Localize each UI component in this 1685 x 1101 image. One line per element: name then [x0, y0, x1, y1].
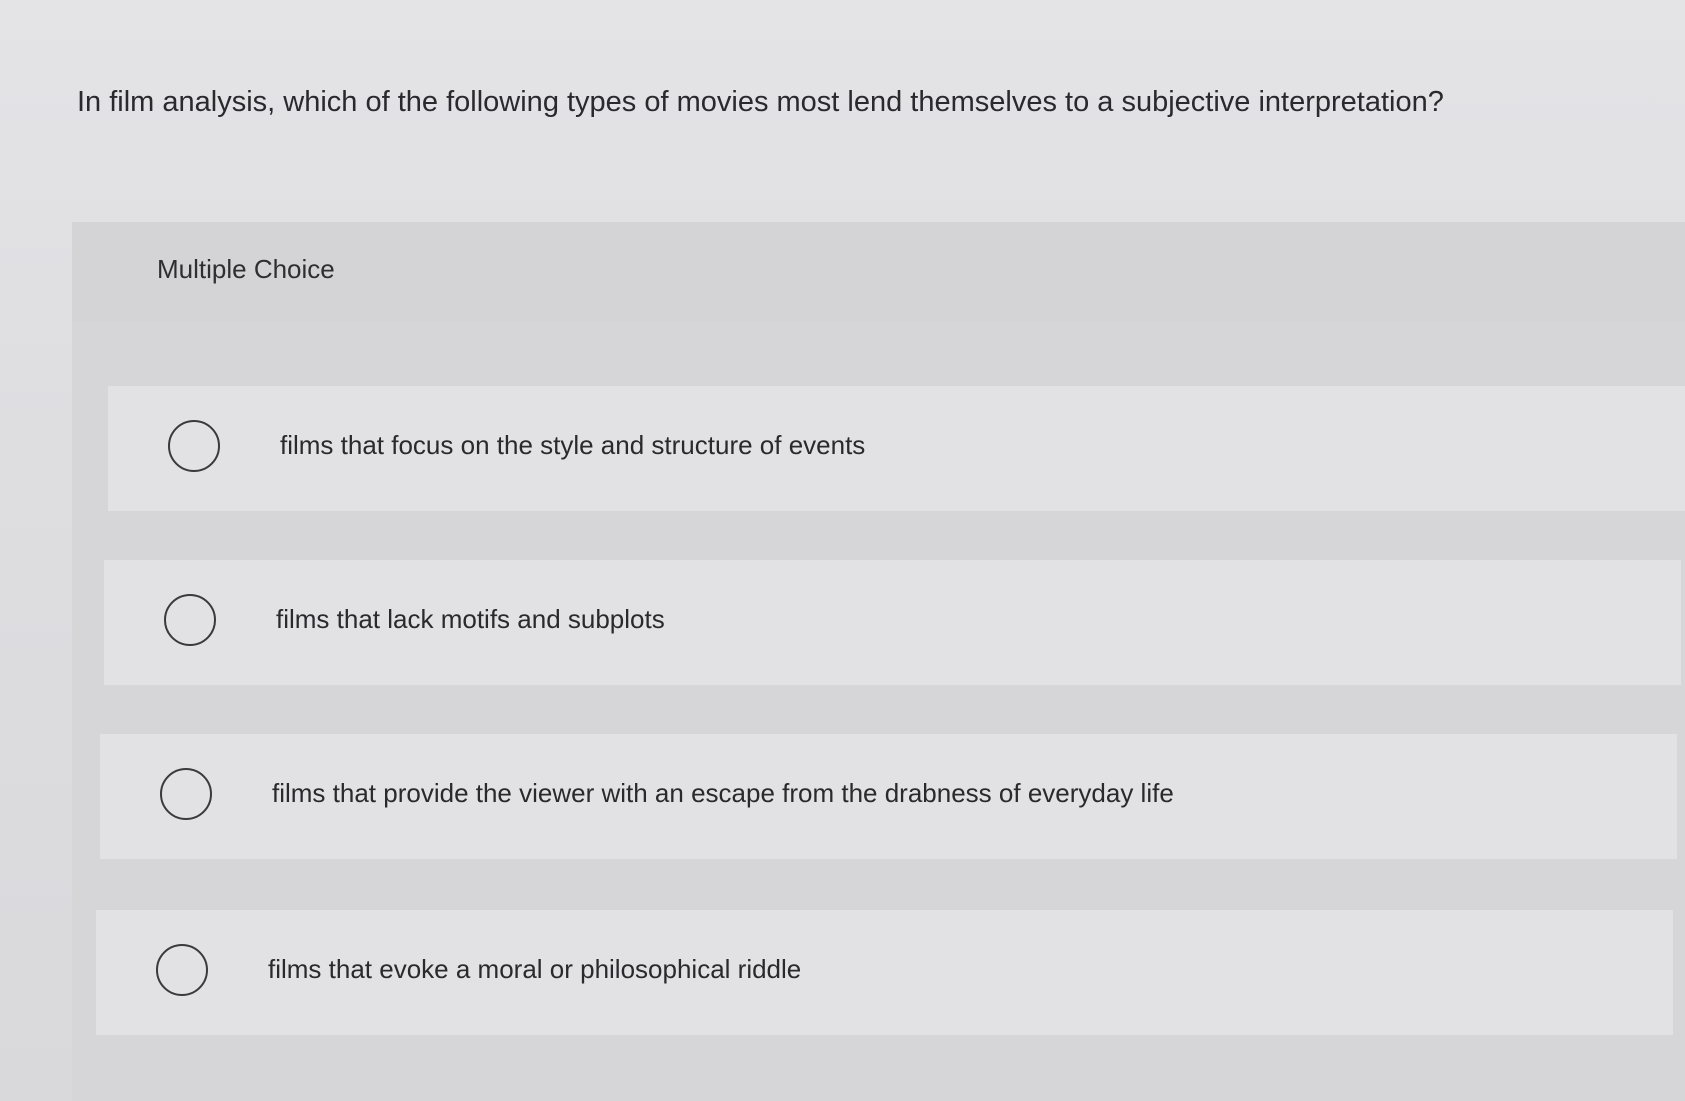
radio-button[interactable] — [160, 768, 212, 820]
answer-option-2[interactable]: films that lack motifs and subplots — [104, 560, 1681, 685]
answer-option-text: films that provide the viewer with an es… — [272, 778, 1174, 808]
question-text: In film analysis, which of the following… — [77, 86, 1444, 118]
radio-button[interactable] — [168, 420, 220, 472]
answer-option-1[interactable]: films that focus on the style and struct… — [108, 386, 1685, 511]
answer-option-text: films that focus on the style and struct… — [280, 430, 866, 460]
answer-option-3[interactable]: films that provide the viewer with an es… — [100, 734, 1677, 859]
multiple-choice-header: Multiple Choice — [72, 222, 1685, 322]
answer-option-4[interactable]: films that evoke a moral or philosophica… — [96, 910, 1673, 1035]
answer-option-text: films that evoke a moral or philosophica… — [268, 954, 802, 984]
radio-button[interactable] — [156, 944, 208, 996]
answer-panel: Multiple Choice films that focus on the … — [72, 222, 1685, 1101]
multiple-choice-label: Multiple Choice — [157, 254, 335, 284]
answer-option-text: films that lack motifs and subplots — [276, 604, 665, 634]
radio-button[interactable] — [164, 594, 216, 646]
quiz-page: In film analysis, which of the following… — [0, 0, 1685, 1101]
